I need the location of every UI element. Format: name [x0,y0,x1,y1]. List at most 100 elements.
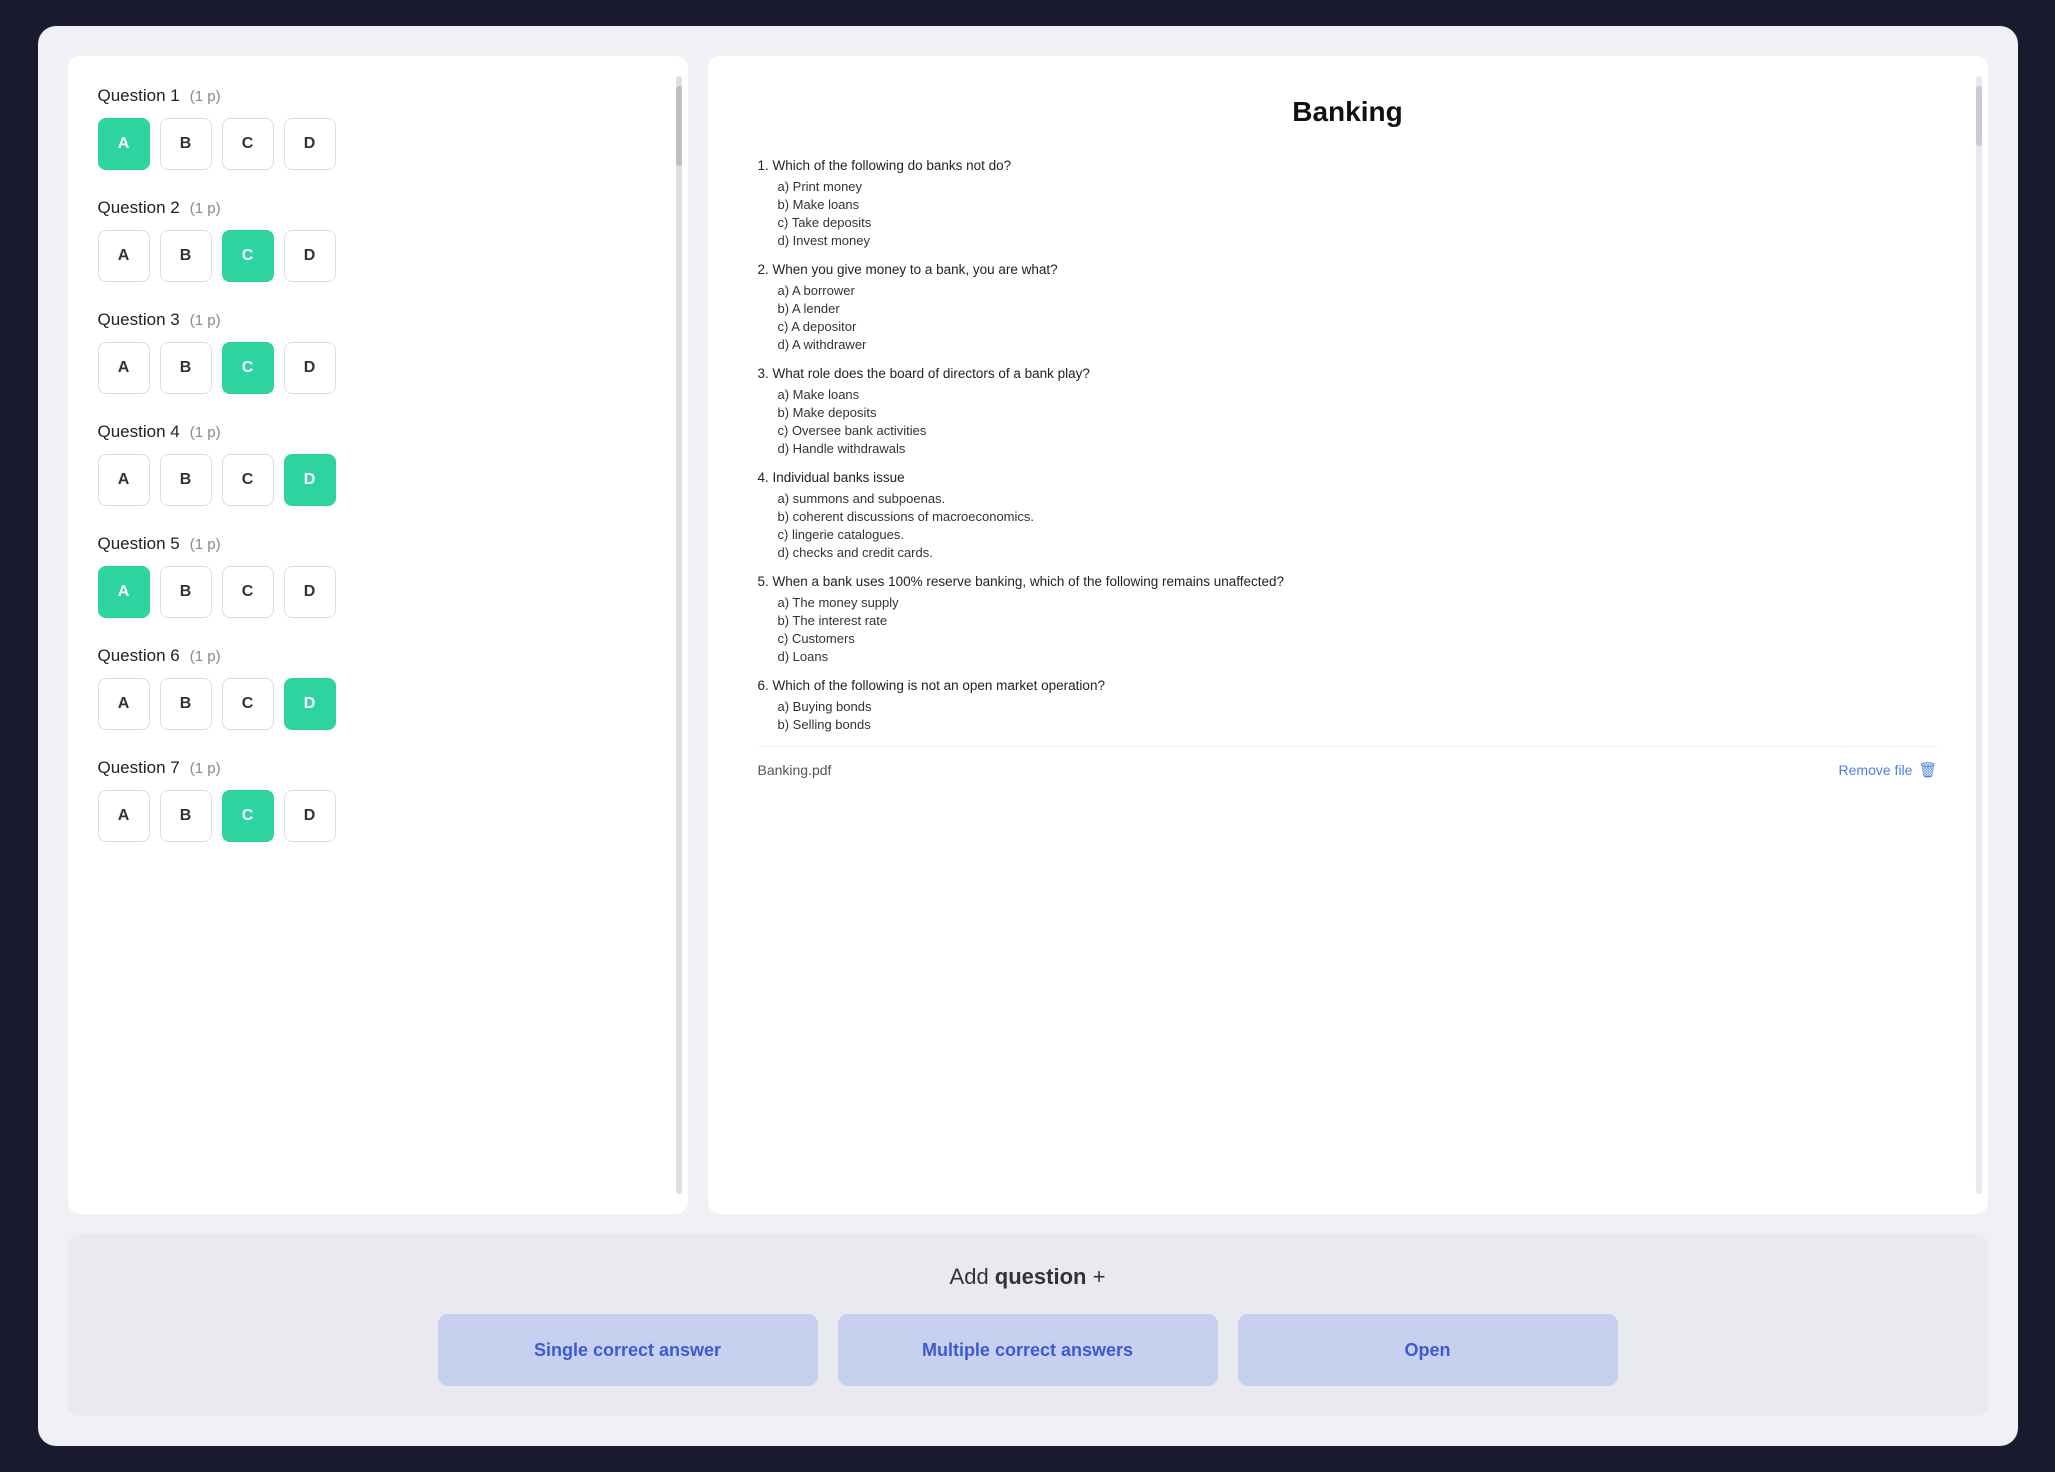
answer-btn-q6-D[interactable]: D [284,678,336,730]
answer-btn-q4-B[interactable]: B [160,454,212,506]
answer-btn-q5-B[interactable]: B [160,566,212,618]
pdf-option-1-2: b) Make loans [778,197,1938,212]
answer-btn-q4-D[interactable]: D [284,454,336,506]
question-points-4: (1 p) [190,424,221,441]
pdf-options-1: a) Print money b) Make loans c) Take depos… [758,179,1938,248]
question-row-4: Question 4 (1 p) ABCD [98,422,658,506]
question-header-5: Question 5(1 p) [98,534,658,554]
question-label-5: Question 5 [98,534,180,554]
multiple-correct-answers-label: Multiple correct answers [922,1340,1133,1361]
answer-btn-q2-A[interactable]: A [98,230,150,282]
single-correct-answer-button[interactable]: Single correct answer [438,1314,818,1386]
pdf-question-1: 1. Which of the following do banks not d… [758,158,1938,248]
question-row-7: Question 7 (1 p) ABCD [98,758,658,842]
question-points-2: (1 p) [190,200,221,217]
answer-buttons-4: ABCD [98,454,658,506]
question-points-1: (1 p) [190,88,221,105]
answer-buttons-3: ABCD [98,342,658,394]
pdf-option-1-3: c) Take deposits [778,215,1938,230]
answer-btn-q7-B[interactable]: B [160,790,212,842]
top-section: Question 1(1 p)ABCDQuestion 2(1 p)ABCDQu… [68,56,1988,1214]
question-row-6: Question 6 (1 p) ABCD [98,646,658,730]
answer-btn-q6-B[interactable]: B [160,678,212,730]
pdf-filename: Banking.pdf [758,762,832,778]
answer-btn-q7-C[interactable]: C [222,790,274,842]
question-header-6: Question 6 (1 p) [98,646,658,666]
outer-container: Question 1(1 p)ABCDQuestion 2(1 p)ABCDQu… [38,26,2018,1446]
right-scrollbar[interactable] [1976,76,1982,1194]
answer-btn-q4-A[interactable]: A [98,454,150,506]
answer-buttons-7: ABCD [98,790,658,842]
answer-btn-q2-B[interactable]: B [160,230,212,282]
pdf-question-text-6: 6. Which of the following is not an open… [758,678,1938,693]
multiple-correct-answers-button[interactable]: Multiple correct answers [838,1314,1218,1386]
answer-btn-q3-C[interactable]: C [222,342,274,394]
answer-buttons-6: ABCD [98,678,658,730]
left-scrollbar[interactable] [676,76,682,1194]
question-label-6: Question 6 [98,646,180,666]
answer-btn-q1-A[interactable]: A [98,118,150,170]
pdf-option-2-2: b) A lender [778,301,1938,316]
question-header-3: Question 3(1 p) [98,310,658,330]
pdf-option-4-3: c) lingerie catalogues. [778,527,1938,542]
answer-btn-q7-D[interactable]: D [284,790,336,842]
pdf-options-6: a) Buying bonds b) Selling bonds [758,699,1938,732]
bottom-section: Add question + Single correct answer Mul… [68,1234,1988,1416]
pdf-question-text-3: 3. What role does the board of directors… [758,366,1938,381]
question-row-1: Question 1 (1 p) ABCD [98,86,658,170]
right-panel: Banking 1. Which of the following do ban… [708,56,1988,1214]
answer-btn-q3-B[interactable]: B [160,342,212,394]
answer-btn-q3-D[interactable]: D [284,342,336,394]
question-header-2: Question 2 (1 p) [98,198,658,218]
trash-icon: 🗑 [1918,761,1937,779]
answer-btn-q6-A[interactable]: A [98,678,150,730]
pdf-option-6-2: b) Selling bonds [778,717,1938,732]
answer-buttons-1: ABCD [98,118,658,170]
pdf-option-1-1: a) Print money [778,179,1938,194]
pdf-option-5-2: b) The interest rate [778,613,1938,628]
pdf-question-6: 6. Which of the following is not an open… [758,678,1938,732]
question-points-3: (1 p) [190,312,221,329]
pdf-option-6-1: a) Buying bonds [778,699,1938,714]
answer-btn-q3-A[interactable]: A [98,342,150,394]
pdf-questions-container: 1. Which of the following do banks not d… [758,158,1938,732]
open-button[interactable]: Open [1238,1314,1618,1386]
pdf-footer: Banking.pdf Remove file 🗑 [758,746,1938,779]
pdf-options-3: a) Make loansb) Make depositsc) Oversee … [758,387,1938,456]
question-points-6: (1 p) [190,648,221,665]
question-row-3: Question 3(1 p) ABCD [98,310,658,394]
pdf-option-4-1: a) summons and subpoenas. [778,491,1938,506]
pdf-question-2: 2. When you give money to a bank, you ar… [758,262,1938,352]
question-label-7: Question 7 [98,758,180,778]
add-question-text: Add [950,1264,995,1289]
answer-btn-q1-B[interactable]: B [160,118,212,170]
pdf-option-2-4: d) A withdrawer [778,337,1938,352]
open-label: Open [1404,1340,1450,1361]
answer-btn-q5-D[interactable]: D [284,566,336,618]
answer-btn-q5-C[interactable]: C [222,566,274,618]
answer-btn-q4-C[interactable]: C [222,454,274,506]
question-header-1: Question 1 (1 p) [98,86,658,106]
question-label-2: Question 2 [98,198,180,218]
answer-btn-q1-C[interactable]: C [222,118,274,170]
question-label-4: Question 4 [98,422,180,442]
answer-btn-q1-D[interactable]: D [284,118,336,170]
question-header-4: Question 4 (1 p) [98,422,658,442]
left-panel: Question 1(1 p)ABCDQuestion 2(1 p)ABCDQu… [68,56,688,1214]
question-row-5: Question 5(1 p) ABCD [98,534,658,618]
pdf-option-5-3: c) Customers [778,631,1938,646]
answer-btn-q2-C[interactable]: C [222,230,274,282]
pdf-option-2-1: a) A borrower [778,283,1938,298]
remove-file-button[interactable]: Remove file 🗑 [1839,761,1938,779]
pdf-question-text-2: 2. When you give money to a bank, you ar… [758,262,1938,277]
answer-btn-q7-A[interactable]: A [98,790,150,842]
add-question-bold: question [995,1264,1087,1289]
pdf-option-4-2: b) coherent discussions of macroeconomic… [778,509,1938,524]
answer-btn-q6-C[interactable]: C [222,678,274,730]
question-label-1: Question 1 [98,86,180,106]
question-points-7: (1 p) [190,760,221,777]
pdf-option-5-1: a) The money supply [778,595,1938,610]
right-scrollbar-thumb [1976,86,1982,146]
answer-btn-q2-D[interactable]: D [284,230,336,282]
answer-btn-q5-A[interactable]: A [98,566,150,618]
